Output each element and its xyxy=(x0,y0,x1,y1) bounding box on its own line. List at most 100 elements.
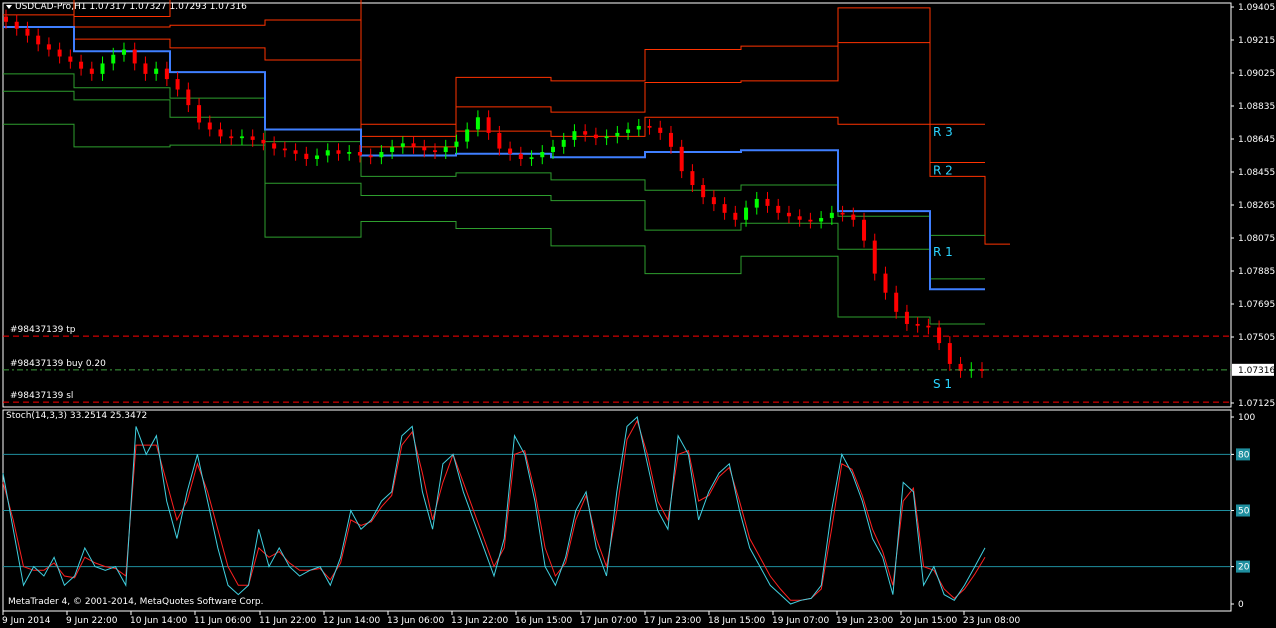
candle-body xyxy=(89,68,94,74)
time-tick-label: 9 Jun 22:00 xyxy=(66,616,118,626)
candle-body xyxy=(132,49,137,64)
candle-body xyxy=(797,216,802,220)
candle-body xyxy=(808,219,813,222)
candle-body xyxy=(540,152,545,158)
candle-body xyxy=(679,146,684,172)
candle-body xyxy=(390,146,395,153)
candle-body xyxy=(915,323,920,326)
candle-body xyxy=(508,148,513,154)
price-chart[interactable]: 1.09405 1.09215 1.09025 1.08835 1.08645 1.084… xyxy=(0,0,1276,628)
candle-body xyxy=(862,219,867,241)
time-tick-label: 17 Jun 07:00 xyxy=(580,616,637,626)
candle-body xyxy=(593,134,598,139)
time-tick-label: 13 Jun 06:00 xyxy=(387,616,444,626)
candle-body xyxy=(250,136,255,140)
time-tick-label: 9 Jun 2014 xyxy=(2,616,51,626)
order-sl-label: #98437139 sl xyxy=(10,391,73,401)
price-tick-label: 1.08645 xyxy=(1238,135,1275,145)
order-buy-label: #98437139 buy 0.20 xyxy=(10,359,106,369)
candle-body xyxy=(894,292,899,312)
time-tick-label: 20 Jun 15:00 xyxy=(900,616,957,626)
time-tick-label: 13 Jun 22:00 xyxy=(451,616,508,626)
candle-body xyxy=(926,325,931,328)
time-tick-label: 11 Jun 22:00 xyxy=(259,616,316,626)
candle-body xyxy=(786,212,791,217)
candle-body xyxy=(422,146,427,151)
candle-body xyxy=(14,21,19,29)
copyright-text: MetaTrader 4, © 2001-2014, MetaQuotes So… xyxy=(8,597,264,607)
candle-body xyxy=(57,49,62,57)
candle-body xyxy=(486,117,491,133)
candle-body xyxy=(175,79,180,90)
candle-body xyxy=(293,150,298,154)
candle-body xyxy=(518,153,523,159)
candle-body xyxy=(497,132,502,149)
time-tick-label: 19 Jun 23:00 xyxy=(836,616,893,626)
pivot-label-r2: R 2 xyxy=(933,163,953,177)
stoch-tick-label: 80 xyxy=(1238,450,1250,460)
candle-body xyxy=(937,327,942,344)
candle-body xyxy=(711,197,716,205)
candle-body xyxy=(465,129,470,142)
candle-body xyxy=(4,16,8,22)
candle-body xyxy=(615,132,620,137)
candle-body xyxy=(411,143,416,147)
candle-body xyxy=(583,131,588,135)
pivot-label-r1: R 1 xyxy=(933,245,953,259)
time-tick-label: 10 Jun 14:00 xyxy=(130,616,187,626)
time-tick-label: 16 Jun 15:00 xyxy=(515,616,572,626)
candle-body xyxy=(647,125,652,128)
candle-body xyxy=(272,143,277,149)
candle-body xyxy=(239,136,244,139)
candle-body xyxy=(626,129,631,133)
candle-body xyxy=(186,89,191,106)
pivot-label-r3: R 3 xyxy=(933,125,953,139)
candle-body xyxy=(315,155,320,159)
candle-body xyxy=(79,61,84,69)
time-tick-label: 23 Jun 08:00 xyxy=(963,616,1020,626)
candle-body xyxy=(100,63,105,74)
time-tick-label: 19 Jun 07:00 xyxy=(772,616,829,626)
price-tick-label: 1.09405 xyxy=(1238,3,1275,13)
stoch-tick-label: 0 xyxy=(1238,600,1244,610)
candle-body xyxy=(336,150,341,154)
candle-body xyxy=(872,240,877,274)
candle-body xyxy=(25,28,30,36)
stoch-tick-label: 100 xyxy=(1238,413,1255,423)
candle-body xyxy=(819,218,824,222)
candle-body xyxy=(282,148,287,151)
candle-body xyxy=(765,198,770,206)
order-tp-label: #98437139 tp xyxy=(10,325,76,335)
stoch-header: Stoch(14,3,3) 33.2514 25.3472 xyxy=(6,411,148,421)
candle-body xyxy=(154,68,159,74)
price-tick-label: 1.07505 xyxy=(1238,333,1275,343)
candle-body xyxy=(207,122,212,130)
candle-body xyxy=(776,205,781,213)
candle-body xyxy=(722,204,727,213)
symbol-ohlc-label: USDCAD-Pro,H1 1.07317 1.07327 1.07293 1.… xyxy=(15,2,247,12)
candle-body xyxy=(111,54,116,64)
price-tick-label: 1.07695 xyxy=(1238,300,1275,310)
stoch-tick-label: 50 xyxy=(1238,507,1250,517)
price-tick-label: 1.08075 xyxy=(1238,234,1275,244)
candle-body xyxy=(561,139,566,147)
candle-body xyxy=(550,146,555,153)
candle-body xyxy=(121,49,126,55)
stoch-tick-label: 20 xyxy=(1238,563,1250,573)
candle-body xyxy=(143,63,148,74)
time-tick-label: 12 Jun 14:00 xyxy=(323,616,380,626)
candle-body xyxy=(636,125,641,130)
candle-body xyxy=(475,117,480,130)
price-tick-label: 1.09025 xyxy=(1238,69,1275,79)
pivot-label-s1: S 1 xyxy=(933,377,952,391)
candle-body xyxy=(229,136,234,139)
candle-body xyxy=(668,132,673,147)
price-tick-label: 1.07885 xyxy=(1238,267,1275,277)
candle-body xyxy=(840,212,845,215)
candle-body xyxy=(572,131,577,140)
candle-body xyxy=(947,343,952,364)
candle-body xyxy=(529,157,534,159)
candle-body xyxy=(325,150,330,156)
candle-body xyxy=(851,214,856,220)
chart-menu-triangle-icon[interactable] xyxy=(6,4,12,9)
